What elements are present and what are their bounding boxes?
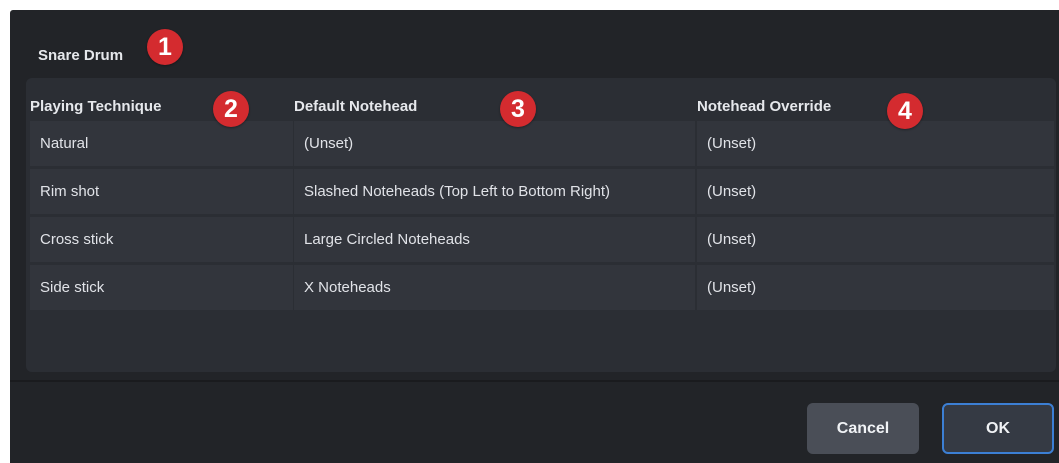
cancel-button[interactable]: Cancel <box>807 403 919 454</box>
column-header-playing-technique: Playing Technique <box>30 98 162 115</box>
column-header-notehead-override: Notehead Override <box>697 98 832 115</box>
table-cell-default-notehead[interactable]: Large Circled Noteheads <box>294 217 695 262</box>
callout-badge-1: 1 <box>147 29 183 65</box>
dialog-title: Snare Drum <box>38 47 124 64</box>
table-cell-technique[interactable]: Natural <box>30 121 293 166</box>
table-cell-notehead-override[interactable]: (Unset) <box>697 265 1054 310</box>
table-cell-technique[interactable]: Side stick <box>30 265 293 310</box>
table-cell-technique[interactable]: Rim shot <box>30 169 293 214</box>
callout-badge-4: 4 <box>887 93 923 129</box>
table-cell-default-notehead[interactable]: (Unset) <box>294 121 695 166</box>
table-cell-notehead-override[interactable]: (Unset) <box>697 121 1054 166</box>
callout-badge-3: 3 <box>500 91 536 127</box>
table-cell-notehead-override[interactable]: (Unset) <box>697 169 1054 214</box>
column-header-default-notehead: Default Notehead <box>294 98 418 115</box>
table-cell-technique[interactable]: Cross stick <box>30 217 293 262</box>
table-cell-default-notehead[interactable]: X Noteheads <box>294 265 695 310</box>
ok-button[interactable]: OK <box>942 403 1054 454</box>
callout-badge-2: 2 <box>213 91 249 127</box>
table-cell-default-notehead[interactable]: Slashed Noteheads (Top Left to Bottom Ri… <box>294 169 695 214</box>
table-cell-notehead-override[interactable]: (Unset) <box>697 217 1054 262</box>
footer-divider <box>10 380 1059 382</box>
notehead-dialog: Snare Drum Playing Technique Default Not… <box>10 10 1059 463</box>
